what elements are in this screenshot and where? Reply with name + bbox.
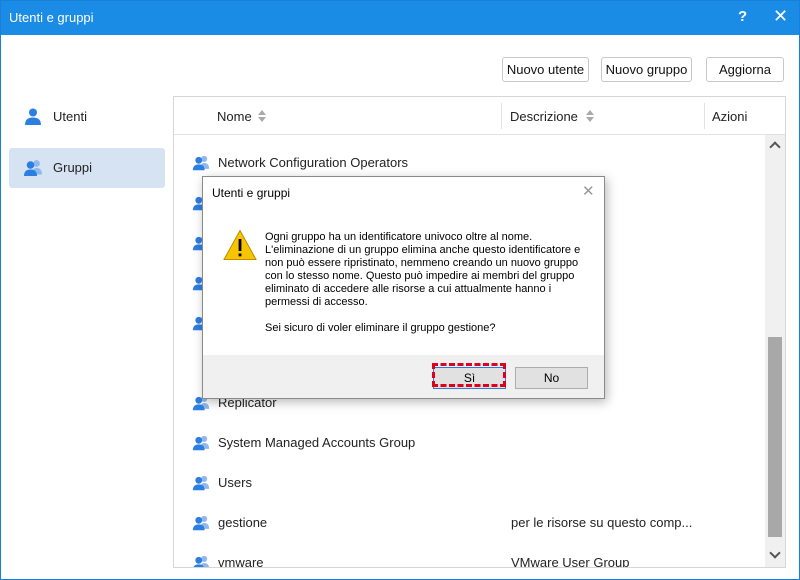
group-name: System Managed Accounts Group xyxy=(218,435,416,450)
table-row[interactable]: vmware VMware User Group xyxy=(174,542,764,568)
new-user-button[interactable]: Nuovo utente xyxy=(502,57,589,82)
dialog-question: Sei sicuro di voler eliminare il gruppo … xyxy=(265,322,496,334)
app-window: Utenti e gruppi ? ✕ Nuovo utente Nuovo g… xyxy=(0,0,800,580)
scroll-thumb[interactable] xyxy=(768,337,782,537)
column-header-description[interactable]: Descrizione xyxy=(510,109,578,124)
group-icon xyxy=(192,155,210,171)
window-title: Utenti e gruppi xyxy=(9,10,94,25)
table-row[interactable]: Users xyxy=(174,462,764,502)
table-row[interactable]: System Managed Accounts Group xyxy=(174,422,764,462)
sidebar-item-groups[interactable]: Gruppi xyxy=(9,148,165,188)
title-bar: Utenti e gruppi ? ✕ xyxy=(1,1,799,35)
scroll-up-icon[interactable] xyxy=(768,139,782,153)
scroll-down-icon[interactable] xyxy=(768,548,782,562)
column-header-actions: Azioni xyxy=(712,109,748,124)
dialog-close-icon[interactable]: ✕ xyxy=(582,182,595,200)
confirm-delete-dialog: Utenti e gruppi ✕ Ogni gruppo ha un iden… xyxy=(202,176,605,399)
group-icon xyxy=(193,555,209,567)
group-icon xyxy=(192,435,210,451)
new-group-button[interactable]: Nuovo gruppo xyxy=(601,57,692,82)
group-description: per le risorse su questo comp... xyxy=(511,515,693,530)
sidebar-item-label: Utenti xyxy=(53,109,87,124)
group-name: Network Configuration Operators xyxy=(218,155,409,170)
dialog-title: Utenti e gruppi xyxy=(212,186,291,200)
refresh-button[interactable]: Aggiorna xyxy=(706,57,784,82)
warning-icon xyxy=(223,229,257,260)
group-name: gestione xyxy=(218,515,268,530)
no-button[interactable]: No xyxy=(515,367,588,389)
group-icon xyxy=(192,515,210,531)
focus-highlight xyxy=(432,363,506,387)
vertical-scrollbar[interactable] xyxy=(765,135,785,567)
sidebar-item-label: Gruppi xyxy=(53,160,93,175)
group-icon xyxy=(192,475,210,491)
help-icon[interactable]: ? xyxy=(738,8,747,25)
sort-icon[interactable] xyxy=(258,109,266,123)
group-icon xyxy=(24,160,42,176)
dialog-footer: Sì No xyxy=(203,355,604,398)
sidebar-item-users[interactable]: Utenti xyxy=(9,97,165,137)
table-header: Nome Descrizione Azioni xyxy=(174,97,785,135)
column-divider xyxy=(501,103,502,129)
group-name: Users xyxy=(218,475,252,490)
column-header-name[interactable]: Nome xyxy=(217,109,252,124)
user-icon xyxy=(25,108,41,125)
group-name: vmware xyxy=(218,555,264,568)
group-description: VMware User Group xyxy=(511,555,630,568)
dialog-message: Ogni gruppo ha un identificatore univoco… xyxy=(265,231,581,308)
column-divider xyxy=(704,103,705,129)
close-icon[interactable]: ✕ xyxy=(773,6,788,27)
sort-icon[interactable] xyxy=(586,109,594,123)
table-row[interactable]: gestione per le risorse su questo comp... xyxy=(174,502,764,542)
